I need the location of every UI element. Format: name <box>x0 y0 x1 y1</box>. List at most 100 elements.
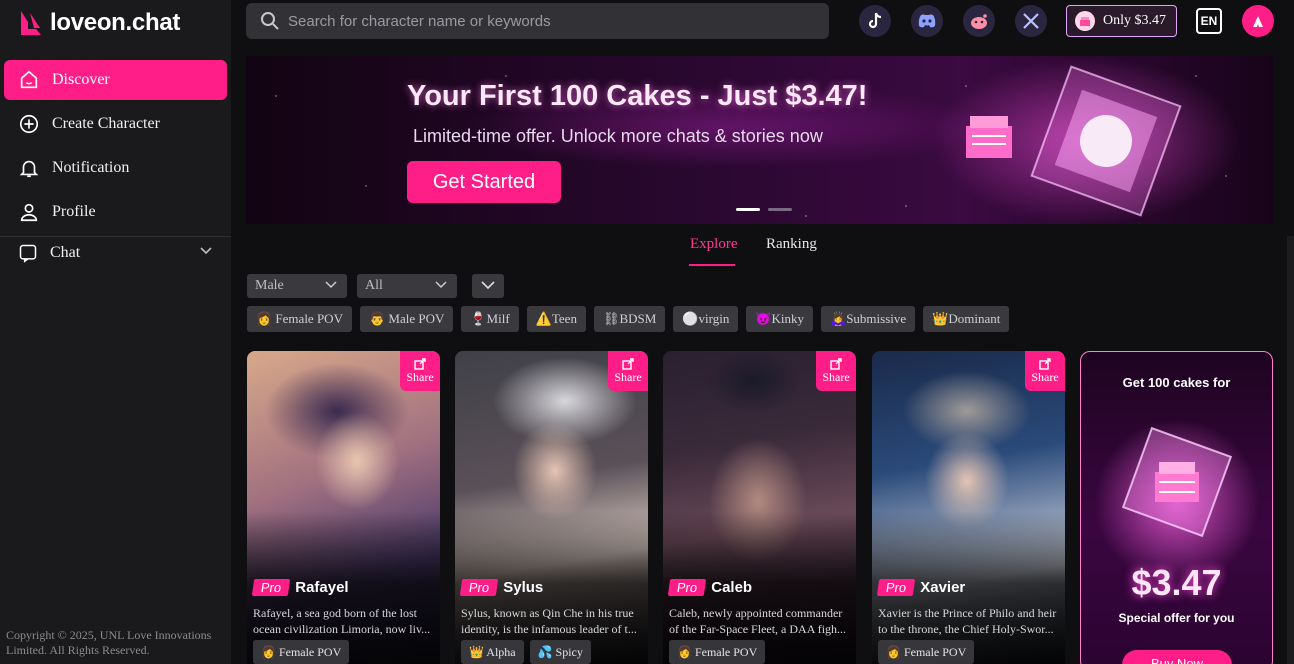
x-twitter-button[interactable] <box>1015 5 1047 37</box>
description-line: ocean civilization Limoria, now liv... <box>253 622 431 636</box>
character-tags: 👩 Female POV <box>253 640 350 664</box>
gender-select[interactable]: Male <box>247 274 347 298</box>
carousel-dot[interactable] <box>768 208 792 211</box>
sidebar-item-chat[interactable]: Chat <box>4 240 227 266</box>
get-started-button[interactable]: Get Started <box>407 161 561 203</box>
share-button[interactable]: Share <box>1025 351 1065 391</box>
avatar[interactable] <box>1242 5 1274 37</box>
buy-now-button[interactable]: Buy Now <box>1122 650 1232 664</box>
reddit-button[interactable] <box>963 5 995 37</box>
promo-card-heading: Get 100 cakes for <box>1122 375 1231 390</box>
share-button[interactable]: Share <box>816 351 856 391</box>
promo-card-subtitle: Special offer for you <box>1118 611 1235 625</box>
user-icon <box>20 203 38 222</box>
sidebar-item-label: Discover <box>52 71 110 88</box>
character-description: Caleb, newly appointed commander of the … <box>669 605 851 637</box>
pro-badge: Pro <box>876 579 916 596</box>
character-card[interactable]: Share Pro Xavier Xavier is the Prince of… <box>872 351 1065 664</box>
promo-banner[interactable]: Your First 100 Cakes - Just $3.47! Limit… <box>246 56 1273 224</box>
sidebar-item-notification[interactable]: Notification <box>4 148 227 188</box>
tag-filter[interactable]: 👩 Female POV <box>247 306 352 332</box>
share-icon <box>1039 357 1051 370</box>
chevron-down-icon[interactable] <box>199 244 213 258</box>
share-icon <box>414 357 426 370</box>
expand-filters-button[interactable] <box>472 274 504 298</box>
sidebar-item-label: Profile <box>52 203 96 220</box>
card-name-row: Pro Xavier <box>876 579 966 596</box>
sidebar: loveon.chat Discover Create Character No… <box>0 0 231 664</box>
chevron-down-icon <box>325 281 337 289</box>
card-name-row: Pro Rafayel <box>251 579 349 596</box>
character-card[interactable]: Share Pro Rafayel Rafayel, a sea god bor… <box>247 351 440 664</box>
pro-badge: Pro <box>667 579 707 596</box>
card-name-row: Pro Sylus <box>459 579 543 596</box>
plus-circle-icon <box>19 114 39 134</box>
tag-filter[interactable]: ⛓BDSM <box>593 306 666 332</box>
character-tags: 👩 Female POV <box>669 640 766 664</box>
chevron-down-icon <box>481 281 495 290</box>
tiktok-button[interactable] <box>859 5 891 37</box>
tab-underline <box>689 264 735 266</box>
logo-icon <box>21 11 41 35</box>
search-input[interactable] <box>288 12 788 30</box>
category-select[interactable]: All <box>357 274 457 298</box>
tag-filter[interactable]: 🍷Milf <box>461 306 519 332</box>
bell-icon <box>19 160 39 178</box>
carousel-dot[interactable] <box>736 208 760 211</box>
logo[interactable]: loveon.chat <box>18 6 180 40</box>
banner-subtitle: Limited-time offer. Unlock more chats & … <box>413 126 823 146</box>
reddit-icon <box>971 14 987 29</box>
language-button[interactable]: EN <box>1196 8 1222 34</box>
tab-ranking[interactable]: Ranking <box>766 236 817 253</box>
x-icon <box>1023 13 1039 29</box>
gender-select-value: Male <box>255 278 284 293</box>
character-name: Xavier <box>920 579 966 596</box>
sidebar-item-label: Notification <box>52 159 130 176</box>
character-tag[interactable]: 👑 Alpha <box>461 640 524 664</box>
cake-icon <box>1075 11 1095 31</box>
sidebar-item-discover[interactable]: Discover <box>4 60 227 100</box>
sidebar-item-profile[interactable]: Profile <box>4 192 227 232</box>
banner-title: Your First 100 Cakes - Just $3.47! <box>407 80 868 112</box>
discord-icon <box>918 14 936 28</box>
character-description: Xavier is the Prince of Philo and heir t… <box>878 605 1060 637</box>
character-description: Rafayel, a sea god born of the lost ocea… <box>253 605 435 637</box>
sidebar-divider <box>0 236 231 237</box>
pro-badge: Pro <box>251 579 291 596</box>
tag-filter[interactable]: ⚪virgin <box>673 306 739 332</box>
character-tag[interactable]: 👩 Female POV <box>253 640 350 664</box>
card-name-row: Pro Caleb <box>667 579 752 596</box>
pro-badge: Pro <box>459 579 499 596</box>
share-label: Share <box>406 369 434 384</box>
sidebar-item-create-character[interactable]: Create Character <box>4 104 227 144</box>
tag-filter[interactable]: 😈Kinky <box>746 306 814 332</box>
character-tag[interactable]: 👩 Female POV <box>878 640 975 664</box>
tab-explore[interactable]: Explore <box>690 236 737 253</box>
cake-cube-illustration <box>966 65 1182 217</box>
character-tag[interactable]: 👩 Female POV <box>669 640 766 664</box>
search-bar[interactable] <box>246 3 829 39</box>
share-icon <box>622 357 634 370</box>
logo-icon <box>1253 16 1263 27</box>
character-tag[interactable]: 💦 Spicy <box>529 640 591 664</box>
tag-filter[interactable]: 👑Dominant <box>923 306 1010 332</box>
carousel-dots <box>736 208 792 211</box>
tag-filter[interactable]: 🙇‍♀️Submissive <box>821 306 916 332</box>
home-icon <box>20 70 38 89</box>
sidebar-item-label: Chat <box>50 244 81 261</box>
character-card[interactable]: Share Pro Caleb Caleb, newly appointed c… <box>663 351 856 664</box>
promo-offer-button[interactable]: Only $3.47 <box>1066 5 1177 37</box>
character-card[interactable]: Share Pro Sylus Sylus, known as Qin Che … <box>455 351 648 664</box>
discord-button[interactable] <box>911 5 943 37</box>
promo-card-price: $3.47 <box>1131 562 1222 603</box>
cake-cube-illustration <box>1121 426 1233 538</box>
scrollbar[interactable] <box>1287 236 1294 664</box>
share-button[interactable]: Share <box>400 351 440 391</box>
description-line: Xavier is the Prince of Philo and heir <box>878 606 1057 620</box>
tag-filter[interactable]: 👨 Male POV <box>359 306 454 332</box>
tag-filter[interactable]: ⚠️Teen <box>526 306 586 332</box>
promo-card[interactable]: Get 100 cakes for $3.47 Special offer fo… <box>1080 351 1273 664</box>
share-button[interactable]: Share <box>608 351 648 391</box>
search-icon <box>261 12 279 30</box>
description-line: identity, is the infamous leader of t... <box>461 622 637 636</box>
